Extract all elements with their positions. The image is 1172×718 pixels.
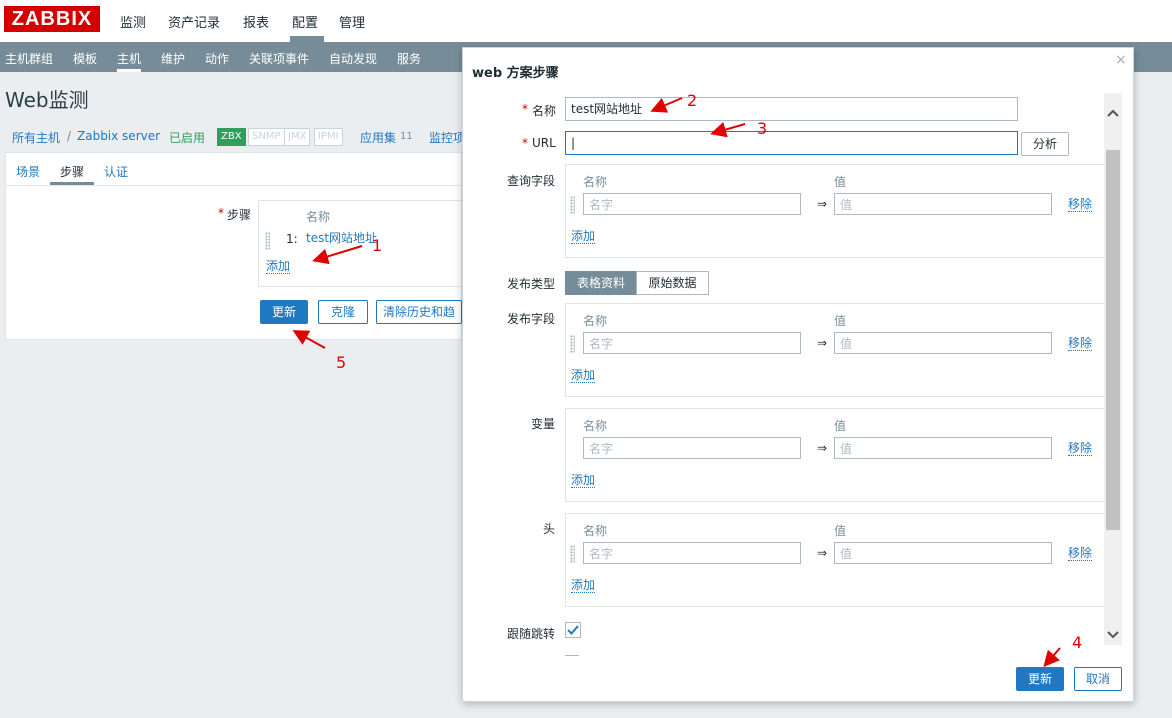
annotation-arrow-1 bbox=[312, 245, 363, 265]
annotation-label-5: 5 bbox=[336, 353, 347, 372]
annotation-label-3: 3 bbox=[757, 119, 768, 138]
annotation-arrow-2 bbox=[650, 97, 683, 113]
annotation-label-4: 4 bbox=[1072, 633, 1083, 652]
annotation-arrow-4 bbox=[1043, 647, 1061, 668]
annotation-arrow-3 bbox=[710, 121, 746, 138]
annotation-label-1: 1 bbox=[372, 236, 383, 255]
annotation-arrows bbox=[292, 97, 1061, 668]
annotation-label-2: 2 bbox=[687, 91, 698, 110]
annotation-arrow-5 bbox=[292, 330, 326, 349]
